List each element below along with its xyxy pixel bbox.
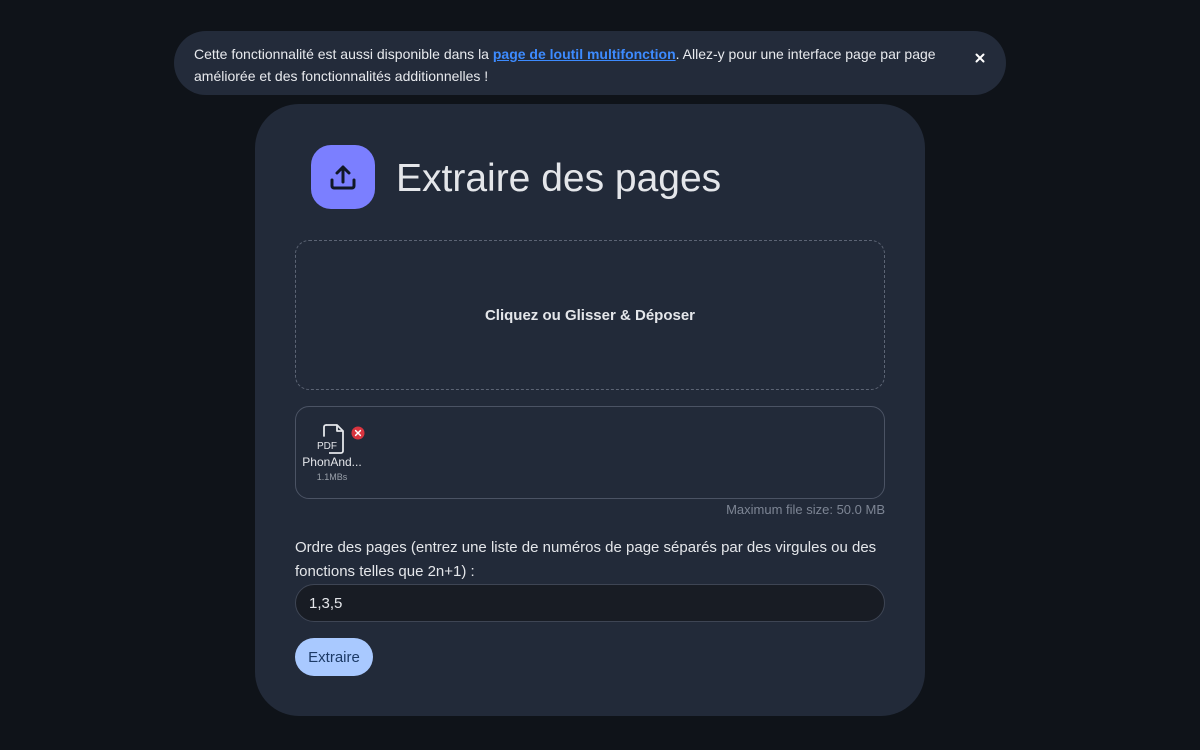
page-order-label: Ordre des pages (entrez une liste de num…: [295, 539, 877, 580]
file-type-label: PDF: [317, 441, 337, 452]
tool-icon-badge: [311, 145, 375, 209]
close-icon: [975, 53, 985, 63]
file-item[interactable]: PDF PhonAnd... 1.1MBs: [300, 423, 365, 482]
upload-icon: [330, 165, 356, 190]
banner-text-before: Cette fonctionnalité est aussi disponibl…: [194, 46, 493, 62]
multitool-link[interactable]: page de loutil multifonction: [493, 46, 676, 62]
extract-button[interactable]: Extraire: [295, 638, 373, 676]
info-banner: Cette fonctionnalité est aussi disponibl…: [174, 31, 1006, 95]
page-title: Extraire des pages: [396, 157, 722, 200]
page-order-input[interactable]: [295, 584, 885, 622]
remove-icon[interactable]: [351, 426, 365, 440]
dropzone-label: Cliquez ou Glisser & Déposer: [484, 306, 696, 324]
close-banner-button[interactable]: [972, 50, 988, 66]
pdf-file-icon: PDF: [317, 424, 344, 454]
max-file-size: Maximum file size: 50.0 MB: [726, 502, 885, 517]
file-size: 1.1MBs: [316, 472, 348, 482]
selected-files-list: PDF PhonAnd... 1.1MBs: [295, 406, 885, 499]
file-dropzone[interactable]: Cliquez ou Glisser & Déposer: [295, 240, 885, 390]
file-name: PhonAnd...: [302, 455, 362, 469]
tool-card: Extraire des pages Cliquez ou Glisser & …: [255, 104, 925, 716]
